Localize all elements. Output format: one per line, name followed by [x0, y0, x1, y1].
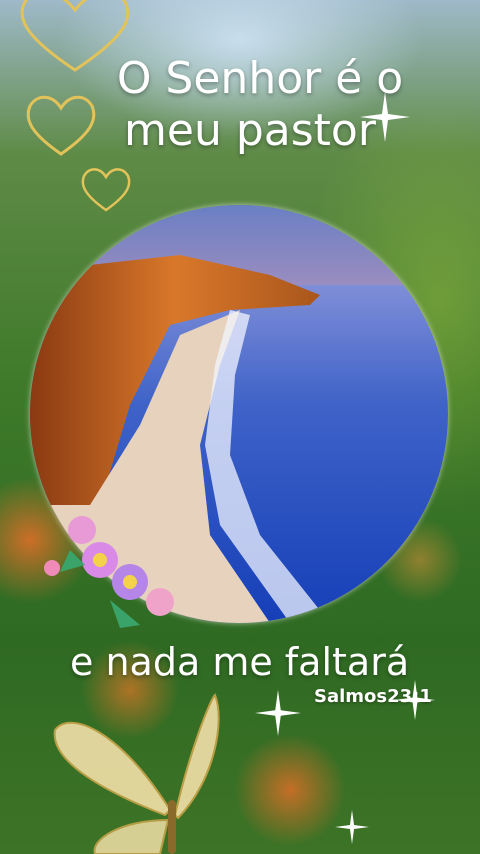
verse-subtitle: e nada me faltará [70, 640, 410, 684]
title-line-1: O Senhor é o [116, 53, 404, 104]
sparkle-icon [395, 680, 435, 720]
sparkle-icon [360, 92, 410, 142]
heart-outline-icon [81, 168, 131, 212]
flower-cluster-icon [44, 516, 174, 628]
sparkle-icon [255, 690, 301, 736]
butterfly-icon [53, 693, 220, 854]
sparkle-icon [335, 810, 369, 844]
